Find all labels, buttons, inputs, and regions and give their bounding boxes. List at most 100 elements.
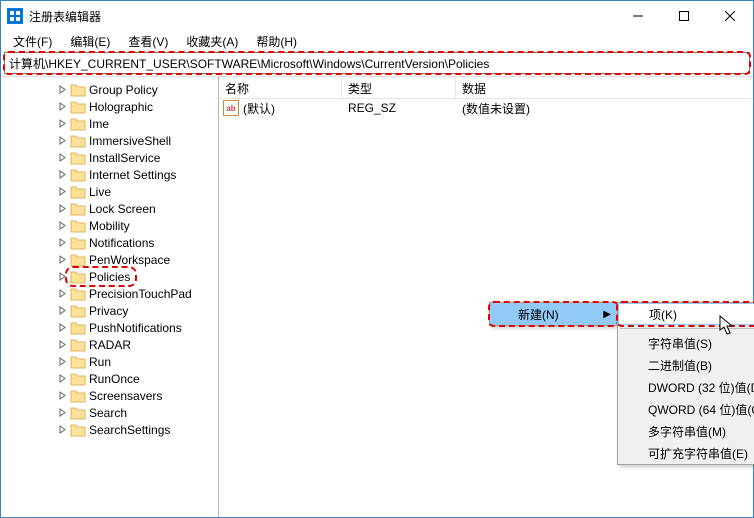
folder-icon	[70, 117, 86, 131]
folder-icon	[70, 151, 86, 165]
tree-node[interactable]: RADAR	[1, 336, 218, 353]
list-panel[interactable]: 名称 类型 数据 ab (默认) REG_SZ (数值未设置) 新建(N) ▶ …	[219, 77, 753, 517]
tree-node[interactable]: PrecisionTouchPad	[1, 285, 218, 302]
list-header: 名称 类型 数据	[219, 77, 753, 99]
expand-toggle-icon[interactable]	[57, 271, 68, 282]
tree-node[interactable]: PenWorkspace	[1, 251, 218, 268]
tree-node[interactable]: PushNotifications	[1, 319, 218, 336]
column-data[interactable]: 数据	[456, 77, 753, 98]
list-row[interactable]: ab (默认) REG_SZ (数值未设置)	[219, 99, 753, 117]
tree-node-label: ImmersiveShell	[89, 134, 171, 148]
expand-toggle-icon[interactable]	[57, 373, 68, 384]
expand-toggle-icon[interactable]	[57, 203, 68, 214]
column-type[interactable]: 类型	[342, 77, 456, 98]
expand-toggle-icon[interactable]	[57, 186, 68, 197]
tree-node[interactable]: RunOnce	[1, 370, 218, 387]
minimize-button[interactable]	[615, 1, 661, 31]
submenu-binary[interactable]: 二进制值(B)	[618, 354, 754, 376]
tree-node-label: Policies	[89, 270, 130, 284]
tree-node[interactable]: Ime	[1, 115, 218, 132]
tree-node[interactable]: Lock Screen	[1, 200, 218, 217]
close-button[interactable]	[707, 1, 753, 31]
tree-node[interactable]: Live	[1, 183, 218, 200]
expand-toggle-icon[interactable]	[57, 339, 68, 350]
expand-toggle-icon[interactable]	[57, 407, 68, 418]
tree-node[interactable]: Group Policy	[1, 81, 218, 98]
expand-toggle-icon[interactable]	[57, 101, 68, 112]
menu-help[interactable]: 帮助(H)	[248, 31, 305, 52]
content-area: Group PolicyHolographic Ime ImmersiveShell…	[1, 76, 753, 517]
tree-node[interactable]: Holographic	[1, 98, 218, 115]
folder-icon	[70, 100, 86, 114]
tree-node-label: PenWorkspace	[89, 253, 170, 267]
expand-toggle-icon[interactable]	[57, 254, 68, 265]
submenu-label: QWORD (64 位)值(Q)	[648, 401, 754, 418]
context-menu: 新建(N) ▶	[489, 302, 618, 326]
folder-icon	[70, 338, 86, 352]
expand-toggle-icon[interactable]	[57, 390, 68, 401]
tree-node[interactable]: ImmersiveShell	[1, 132, 218, 149]
tree-node-label: Search	[89, 406, 127, 420]
folder-icon	[70, 202, 86, 216]
expand-toggle-icon[interactable]	[57, 84, 68, 95]
submenu-expand[interactable]: 可扩充字符串值(E)	[618, 442, 754, 464]
submenu-dword[interactable]: DWORD (32 位)值(D)	[618, 376, 754, 398]
folder-icon	[70, 304, 86, 318]
expand-toggle-icon[interactable]	[57, 237, 68, 248]
tree-node-label: Notifications	[89, 236, 154, 250]
submenu-label: 多字符串值(M)	[648, 423, 726, 440]
menu-view[interactable]: 查看(V)	[120, 31, 176, 52]
menu-favorites[interactable]: 收藏夹(A)	[178, 31, 246, 52]
expand-toggle-icon[interactable]	[57, 152, 68, 163]
tree-node[interactable]: Mobility	[1, 217, 218, 234]
tree-node-label: Lock Screen	[89, 202, 156, 216]
expand-toggle-icon[interactable]	[57, 305, 68, 316]
submenu-label: 二进制值(B)	[648, 357, 712, 374]
value-data: (数值未设置)	[456, 100, 530, 117]
folder-icon	[70, 321, 86, 335]
expand-toggle-icon[interactable]	[57, 220, 68, 231]
tree-node[interactable]: SearchSettings	[1, 421, 218, 438]
folder-icon	[70, 185, 86, 199]
tree-node[interactable]: Search	[1, 404, 218, 421]
tree-node-label: Live	[89, 185, 111, 199]
tree-node-label: Screensavers	[89, 389, 162, 403]
tree-panel[interactable]: Group PolicyHolographic Ime ImmersiveShell…	[1, 77, 219, 517]
column-name[interactable]: 名称	[219, 77, 342, 98]
value-name: (默认)	[243, 100, 342, 117]
maximize-button[interactable]	[661, 1, 707, 31]
tree-node[interactable]: Policies	[1, 268, 218, 285]
context-submenu: 项(K) 字符串值(S) 二进制值(B) DWORD (32 位)值(D) QW…	[617, 302, 754, 465]
menu-edit[interactable]: 编辑(E)	[62, 31, 118, 52]
expand-toggle-icon[interactable]	[57, 169, 68, 180]
expand-toggle-icon[interactable]	[57, 322, 68, 333]
expand-toggle-icon[interactable]	[57, 135, 68, 146]
submenu-qword[interactable]: QWORD (64 位)值(Q)	[618, 398, 754, 420]
address-text: 计算机\HKEY_CURRENT_USER\SOFTWARE\Microsoft…	[9, 55, 489, 72]
submenu-multi[interactable]: 多字符串值(M)	[618, 420, 754, 442]
tree-node[interactable]: Privacy	[1, 302, 218, 319]
tree-node[interactable]: Screensavers	[1, 387, 218, 404]
tree-node-label: Ime	[89, 117, 109, 131]
tree-node[interactable]: Run	[1, 353, 218, 370]
folder-icon	[70, 134, 86, 148]
tree-node[interactable]: InstallService	[1, 149, 218, 166]
string-value-icon: ab	[223, 100, 239, 116]
expand-toggle-icon[interactable]	[57, 118, 68, 129]
expand-toggle-icon[interactable]	[57, 356, 68, 367]
menu-file[interactable]: 文件(F)	[5, 31, 60, 52]
menu-separator	[620, 328, 754, 329]
address-bar[interactable]: 计算机\HKEY_CURRENT_USER\SOFTWARE\Microsoft…	[4, 52, 750, 74]
submenu-label: 可扩充字符串值(E)	[648, 445, 748, 462]
submenu-label: 字符串值(S)	[648, 335, 712, 352]
folder-icon	[70, 236, 86, 250]
expand-toggle-icon[interactable]	[57, 424, 68, 435]
context-menu-new[interactable]: 新建(N) ▶	[490, 303, 617, 325]
tree-node-label: Privacy	[89, 304, 128, 318]
tree-node[interactable]: Internet Settings	[1, 166, 218, 183]
expand-toggle-icon[interactable]	[57, 288, 68, 299]
submenu-string[interactable]: 字符串值(S)	[618, 332, 754, 354]
tree-node-label: InstallService	[89, 151, 160, 165]
submenu-key[interactable]: 项(K)	[618, 303, 754, 325]
tree-node[interactable]: Notifications	[1, 234, 218, 251]
